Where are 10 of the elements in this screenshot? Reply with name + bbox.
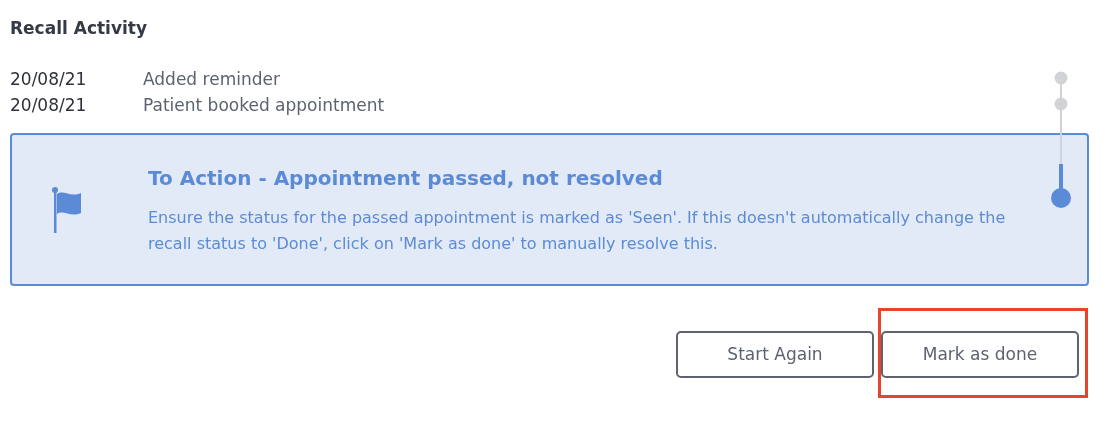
action-button[interactable]: Mark as done xyxy=(881,331,1079,378)
callout-title: To Action - Appointment passed, not resolved xyxy=(148,164,664,192)
section-heading: Recall Activity xyxy=(10,17,149,40)
activity-text: Patient booked appointment xyxy=(143,94,385,117)
flag-icon xyxy=(52,185,82,234)
action-button[interactable]: Start Again xyxy=(676,331,874,378)
activity-text: Added reminder xyxy=(143,68,280,91)
callout-text: Ensure the status for the passed appointment is marked as 'Seen'. If this doesn't automatically change the recall status to 'Done', click on 'Mark as done' to manually resolve this. xyxy=(148,206,1007,255)
activity-date: 20/08/21 xyxy=(10,94,88,117)
activity-date: 20/08/21 xyxy=(10,68,88,91)
